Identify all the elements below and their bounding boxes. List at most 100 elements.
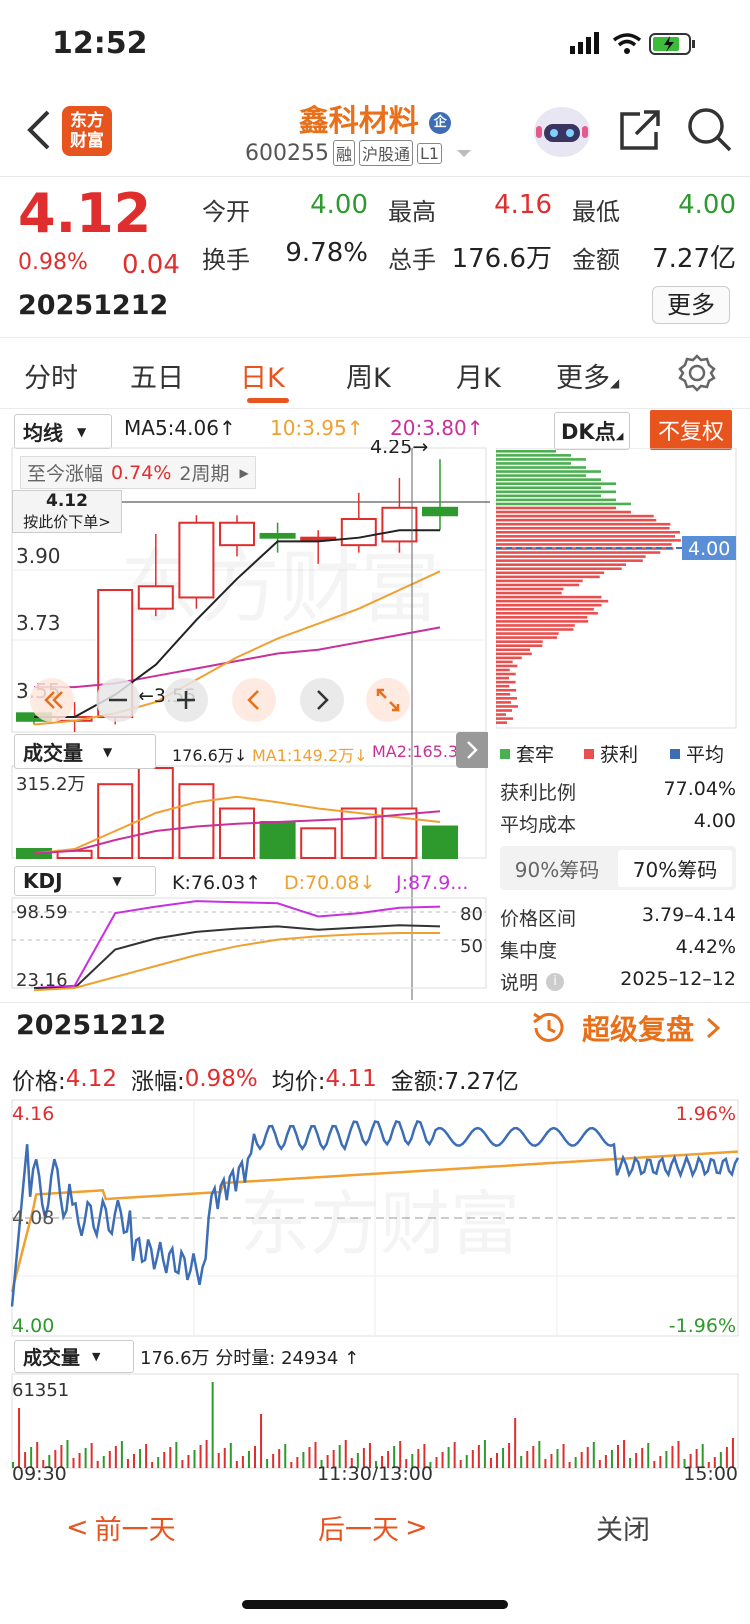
chip-bar [496,644,543,647]
intraday-volume-bar [435,1457,438,1468]
avg-cost-label: 平均成本 [500,814,577,836]
intraday-volume-bar [139,1449,142,1468]
stock-code-row[interactable]: 600255 融 沪股通 L1 [245,140,474,166]
share-icon [620,110,660,150]
chip-bar [496,697,518,700]
intraday-volume-bar [538,1441,541,1468]
expand-icon [376,688,400,712]
robot-avatar[interactable] [532,102,592,162]
intraday-chg: 0.98% [184,1066,258,1092]
chip-bar [496,693,511,696]
chip-bar [496,466,586,469]
chip-bar [496,628,574,631]
chip-bar [496,684,510,688]
fullscreen-button[interactable] [366,678,410,722]
volume-bar [97,783,134,860]
kdj-k-value: K:76.03↑ [172,872,262,894]
intraday-volume-bar [623,1440,626,1468]
y-top: 4.16 [12,1103,54,1125]
intraday-volume-bar [568,1462,571,1468]
chip-bar [496,616,588,619]
since-rise-box[interactable]: 至今涨幅 0.74% 2周期 ▶ [20,456,256,489]
chip-bar [496,721,508,724]
ma20-value: 20:3.80↑ [390,416,484,440]
chip-bar [496,620,589,623]
chip-bar [496,502,631,506]
turnover-label: 换手 [202,246,250,274]
intraday-volume-bar [211,1382,214,1468]
intraday-volume-bar [617,1445,619,1468]
plus-icon [177,691,195,709]
intraday-volume-bar [96,1461,99,1468]
super-replay-label: 超级复盘 [582,1013,695,1046]
intraday-volume-bar [175,1442,178,1468]
search-button[interactable] [686,106,734,158]
tab-daily-k[interactable]: 日K [240,356,285,395]
share-button[interactable] [618,108,662,156]
chip-bar [496,612,598,615]
intraday-volume-bar [145,1444,148,1468]
intraday-volume-bar [247,1451,250,1468]
chip-bar [496,648,531,652]
intraday-volume-selector[interactable]: 成交量 ▼ [14,1340,134,1373]
chip-bar [496,701,512,704]
chip-bar [496,462,571,465]
chip-bar [496,672,516,676]
close-button[interactable]: 关闭 [596,1508,650,1547]
legend-swatch-trapped [500,748,510,759]
intraday-volume-bar [483,1440,486,1468]
collapse-panel-button[interactable] [456,732,488,768]
super-replay-button[interactable]: 超级复盘 [528,1008,726,1048]
tab-more[interactable]: 更多◢ [556,356,619,395]
note-row[interactable]: 说明 i [500,968,565,995]
since-rise-label: 至今涨幅 [27,463,104,485]
tab-chip-70[interactable]: 70%筹码 [618,849,732,887]
dk-point-button[interactable]: DK点◢ [554,412,631,450]
chevron-right-icon [707,1017,721,1039]
prev-candle-button[interactable] [232,678,276,722]
plus-button[interactable] [164,678,208,722]
settings-button[interactable] [678,354,716,396]
intraday-volume-info: 176.6万 分时量: 24934 ↑ [140,1348,360,1369]
zoom-out-button[interactable] [30,678,74,722]
tab-intraday[interactable]: 分时 [24,356,78,395]
chip-bar [496,636,557,639]
chevron-left-icon [247,690,259,710]
intraday-volume-bar [677,1441,680,1468]
volume-max: 315.2万 [16,774,86,795]
order-hint: 按此价下单> [23,513,111,531]
intraday-volume-bar [598,1460,601,1468]
intraday-volume-bar [659,1456,662,1468]
intraday-volume-bar [108,1451,111,1468]
y-label-3.73: 3.73 [16,611,61,635]
kdj-selector[interactable]: KDJ ▼ [14,866,156,896]
ma5-value: MA5:4.06↑ [124,416,236,440]
intraday-chart[interactable]: 东方财富 4.16 4.08 4.00 1.96% -1.96% 61351 0… [0,1098,750,1484]
next-candle-button[interactable] [300,678,344,722]
kdj-line-80: 80 [460,904,483,925]
intraday-volume-bar [72,1458,75,1468]
prev-day-button[interactable]: < 前一天 [66,1508,176,1547]
tab-weekly-k[interactable]: 周K [346,356,391,395]
chip-bar [496,474,586,477]
more-quote-button[interactable]: 更多 [652,286,730,324]
chip-bar [496,680,516,684]
tab-five-day[interactable]: 五日 [130,356,184,395]
intraday-stats: 价格: 4.12 涨幅: 0.98% 均价: 4.11 金额: 7.27亿 [12,1062,519,1096]
volume-selector[interactable]: 成交量 ▼ [14,734,156,769]
intraday-volume-bar [169,1447,172,1468]
candle-body [422,506,458,517]
intraday-date: 20251212 [16,1010,167,1041]
order-by-price-button[interactable]: 4.12 按此价下单> [12,490,122,533]
high-label: 最高 [388,198,436,226]
tab-chip-90[interactable]: 90%筹码 [500,854,614,883]
chip-bar [496,559,643,562]
fuquan-button[interactable]: 不复权 [650,410,733,450]
tab-monthly-k[interactable]: 月K [456,356,501,395]
next-day-button[interactable]: 后一天 > [318,1508,428,1547]
minus-button[interactable] [96,678,140,722]
chip-bar [496,595,602,599]
volume-bar [259,821,296,859]
chip-bar [496,470,601,473]
intraday-volume-bar [489,1458,492,1468]
